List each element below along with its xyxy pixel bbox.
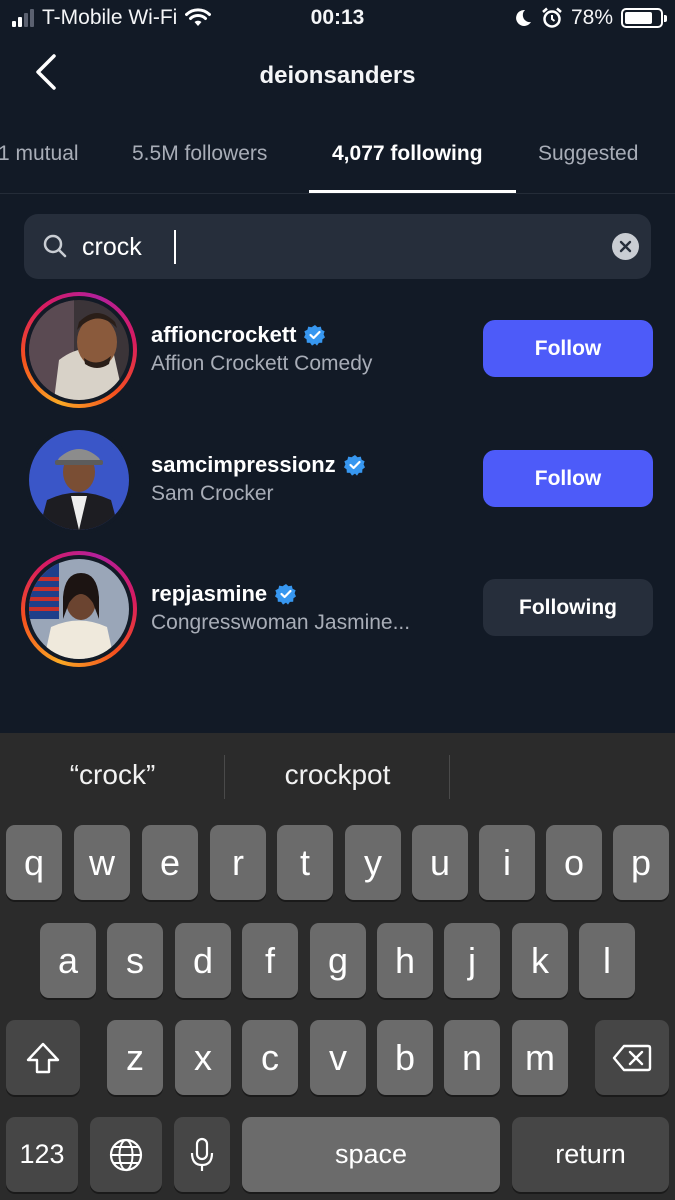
key-l[interactable]: l [579,923,635,998]
key-w[interactable]: w [74,825,130,900]
battery-percent: 78% [570,6,613,29]
delete-key[interactable] [595,1020,669,1095]
avatar [29,559,129,659]
key-h[interactable]: h [377,923,433,998]
username[interactable]: repjasmine [151,581,297,607]
avatar-frame[interactable] [21,422,137,538]
tab-suggested[interactable]: Suggested [538,142,638,166]
key-i[interactable]: i [479,825,535,900]
verified-badge-icon [343,455,365,476]
verified-badge-icon [275,584,297,605]
list-item[interactable]: repjasmine Congresswoman Jasmine... Foll… [0,549,675,669]
page-title: deionsanders [259,62,416,89]
key-s[interactable]: s [107,923,163,998]
globe-icon [109,1138,143,1171]
avatar [29,300,129,400]
full-name: Affion Crockett Comedy [151,352,373,375]
clear-icon [619,240,632,253]
shift-icon [26,1042,60,1073]
search-bar[interactable] [24,214,651,279]
list-item[interactable]: affioncrockett Affion Crockett Comedy Fo… [0,290,675,410]
key-p[interactable]: p [613,825,669,900]
username[interactable]: samcimpressionz [151,452,366,478]
username-text: repjasmine [151,581,268,606]
predictive-bar: “crock” crockpot [0,733,675,819]
keyboard: “crock” crockpot q w e r t y u i o p a s… [0,733,675,1200]
key-c[interactable]: c [242,1020,298,1095]
key-y[interactable]: y [345,825,401,900]
key-z[interactable]: z [107,1020,163,1095]
globe-key[interactable] [90,1117,162,1192]
verified-badge-icon [304,325,326,346]
following-button[interactable]: Following [483,579,653,636]
dictation-key[interactable] [174,1117,230,1192]
space-key[interactable]: space [242,1117,500,1192]
search-icon [43,234,67,258]
key-b[interactable]: b [377,1020,433,1095]
key-d[interactable]: d [175,923,231,998]
key-g[interactable]: g [310,923,366,998]
key-o[interactable]: o [546,825,602,900]
key-f[interactable]: f [242,923,298,998]
avatar-story-ring[interactable] [21,292,137,408]
numbers-key[interactable]: 123 [6,1117,78,1192]
shift-key[interactable] [6,1020,80,1095]
key-e[interactable]: e [142,825,198,900]
key-m[interactable]: m [512,1020,568,1095]
tab-mutual[interactable]: 1 mutual [0,142,79,166]
search-input[interactable] [82,227,582,267]
username[interactable]: affioncrockett [151,322,326,348]
microphone-icon [190,1137,214,1171]
key-j[interactable]: j [444,923,500,998]
key-r[interactable]: r [210,825,266,900]
follow-tabs: 1 mutual 5.5M followers 4,077 following … [0,130,675,194]
key-u[interactable]: u [412,825,468,900]
battery-fill [625,12,652,24]
profile-header: deionsanders [0,50,675,106]
backspace-icon [612,1044,652,1071]
tab-followers[interactable]: 5.5M followers [132,142,267,166]
key-q[interactable]: q [6,825,62,900]
active-tab-indicator [309,190,516,193]
suggestion-divider [449,755,450,799]
battery-icon [621,8,667,28]
key-t[interactable]: t [277,825,333,900]
key-v[interactable]: v [310,1020,366,1095]
suggestion-divider [224,755,225,799]
return-key[interactable]: return [512,1117,669,1192]
avatar [29,430,129,530]
alarm-icon [542,7,562,28]
full-name: Sam Crocker [151,482,274,505]
username-text: samcimpressionz [151,452,336,477]
full-name: Congresswoman Jasmine... [151,611,411,634]
avatar-story-ring[interactable] [21,551,137,667]
list-item[interactable]: samcimpressionz Sam Crocker Follow [0,420,675,540]
status-right: 78% [513,6,667,30]
suggestion-literal[interactable]: “crock” [30,759,195,791]
status-bar: T-Mobile Wi-Fi 00:13 78% [0,0,675,40]
moon-icon [516,9,531,26]
text-cursor [174,230,176,264]
suggestion-crockpot[interactable]: crockpot [250,759,425,791]
clear-search-button[interactable] [612,233,639,260]
key-x[interactable]: x [175,1020,231,1095]
username-text: affioncrockett [151,322,297,347]
follow-button[interactable]: Follow [483,320,653,377]
key-k[interactable]: k [512,923,568,998]
follow-button[interactable]: Follow [483,450,653,507]
key-n[interactable]: n [444,1020,500,1095]
tab-following[interactable]: 4,077 following [332,142,483,166]
key-a[interactable]: a [40,923,96,998]
